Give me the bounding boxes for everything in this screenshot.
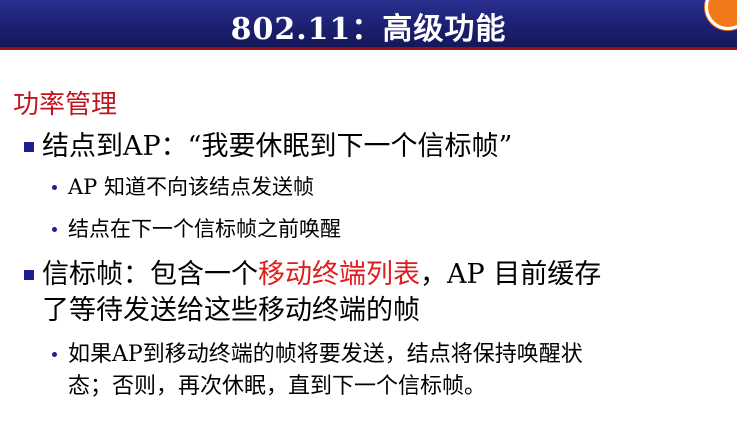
section-heading: 功率管理 <box>13 90 118 120</box>
bullet-2: 信标帧：包含一个移动终端列表，AP 目前缓存 了等待发送给这些移动终端的帧 <box>24 257 601 329</box>
bullet-2-line2: 了等待发送给这些移动终端的帧 <box>42 295 420 326</box>
sub-bullet: 如果AP到移动终端的帧将要发送，结点将保持唤醒状 态；否则，再次休眠，直到下一个… <box>52 339 583 403</box>
sub-bullet-text: 结点在下一个信标帧之前唤醒 <box>68 217 341 241</box>
bullet-2-highlight: 移动终端列表 <box>258 259 420 290</box>
bullet-1-text: 结点到AP：“我要休眠到下一个信标帧” <box>42 131 513 162</box>
sub-bullet: 结点在下一个信标帧之前唤醒 <box>52 214 341 245</box>
bullet-2-part1: 信标帧：包含一个 <box>42 259 258 290</box>
sub-bullet-text: AP 知道不向该结点发送帧 <box>68 175 314 199</box>
title-bar: 802.11：高级功能 <box>0 0 737 50</box>
bullet-1: 结点到AP：“我要休眠到下一个信标帧” <box>24 129 512 165</box>
sub-bullet: AP 知道不向该结点发送帧 <box>52 172 314 203</box>
dot-bullet-icon <box>52 352 57 357</box>
slide-title: 802.11：高级功能 <box>230 12 507 47</box>
dot-bullet-icon <box>52 227 57 232</box>
bullet-2-part2: ，AP 目前缓存 <box>420 259 602 290</box>
sub-bullet-line1: 如果AP到移动终端的帧将要发送，结点将保持唤醒状 <box>68 342 583 367</box>
square-bullet-icon <box>24 270 34 280</box>
dot-bullet-icon <box>52 185 57 190</box>
bullet-2-text: 信标帧：包含一个移动终端列表，AP 目前缓存 <box>42 257 601 293</box>
square-bullet-icon <box>24 142 34 152</box>
sub-bullet-line2: 态；否则，再次休眠，直到下一个信标帧。 <box>68 374 487 399</box>
